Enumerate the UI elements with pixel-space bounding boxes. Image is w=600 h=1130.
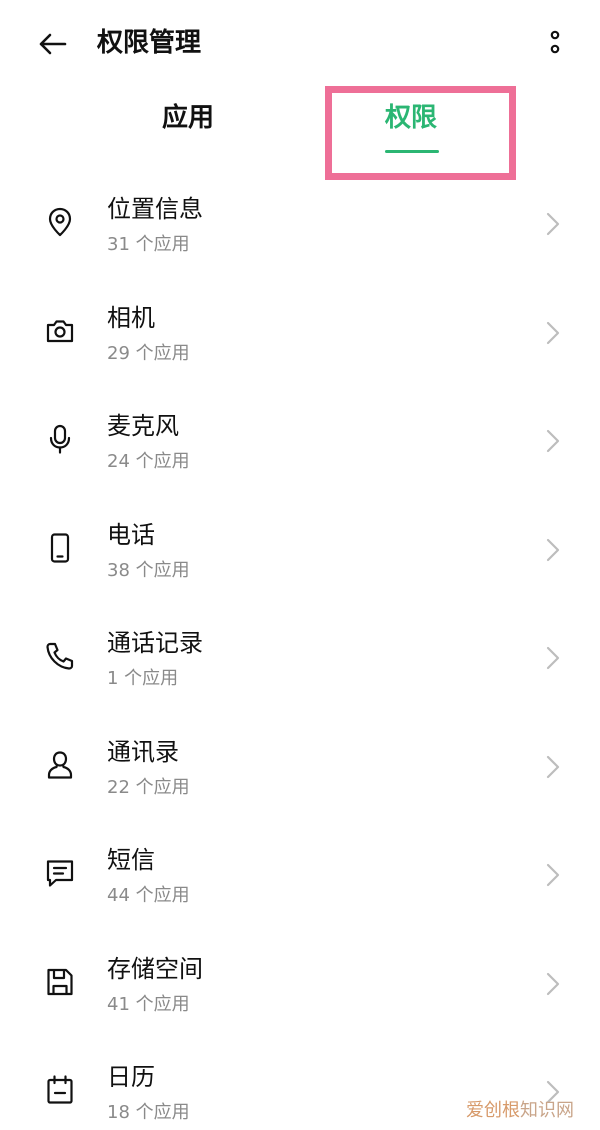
watermark: 爱创根知识网 <box>466 1098 574 1124</box>
chevron-right-icon <box>546 646 560 670</box>
back-button[interactable] <box>34 26 70 62</box>
chevron-right-icon <box>546 863 560 887</box>
list-item-label: 电话 <box>107 520 155 549</box>
storage-icon <box>44 966 76 998</box>
more-options-button[interactable] <box>540 26 570 62</box>
list-item-contacts[interactable]: 通讯录 22 个应用 <box>0 723 600 832</box>
top-app-bar: 权限管理 <box>0 0 600 86</box>
list-item-label: 麦克风 <box>107 412 179 440</box>
list-item-count: 31 个应用 <box>107 234 190 255</box>
list-item-label: 位置信息 <box>107 195 203 223</box>
watermark-part1: 爱创根 <box>466 1100 520 1121</box>
list-item-label: 存储空间 <box>107 954 203 983</box>
list-item-label: 短信 <box>107 846 155 874</box>
list-item-call-log[interactable]: 通话记录 1 个应用 <box>0 614 600 723</box>
list-item-count: 44 个应用 <box>107 885 190 906</box>
arrow-left-icon <box>39 33 67 55</box>
list-item-label: 相机 <box>107 303 155 332</box>
call-log-icon <box>44 640 76 672</box>
chevron-right-icon <box>546 212 560 236</box>
chevron-right-icon <box>546 972 560 995</box>
list-item-label: 通讯录 <box>107 737 179 766</box>
tab-apps[interactable]: 应用 <box>162 100 214 136</box>
list-item-count: 18 个应用 <box>107 1102 190 1123</box>
list-item-camera[interactable]: 相机 29 个应用 <box>0 289 600 398</box>
page-title: 权限管理 <box>97 28 202 58</box>
list-item-count: 38 个应用 <box>107 559 190 581</box>
calendar-icon <box>44 1074 76 1106</box>
tab-bar: 应用 权限 <box>0 86 600 180</box>
location-pin-icon <box>44 206 76 238</box>
list-item-storage[interactable]: 存储空间 41 个应用 <box>0 940 600 1049</box>
list-item-label: 通话记录 <box>107 629 203 657</box>
list-item-count: 1 个应用 <box>107 668 179 689</box>
chevron-right-icon <box>546 538 560 561</box>
list-item-phone[interactable]: 电话 38 个应用 <box>0 506 600 615</box>
list-item-count: 22 个应用 <box>107 776 190 798</box>
phone-device-icon <box>44 532 76 564</box>
list-item-location[interactable]: 位置信息 31 个应用 <box>0 180 600 289</box>
camera-icon <box>44 315 76 347</box>
contacts-icon <box>44 749 76 781</box>
microphone-icon <box>44 423 76 455</box>
message-icon <box>44 857 76 889</box>
list-item-count: 29 个应用 <box>107 342 190 364</box>
more-vertical-icon <box>550 30 560 54</box>
permission-list: 位置信息 31 个应用 相机 29 个应用 麦克风 24 个应用 电话 38 个… <box>0 180 600 1130</box>
chevron-right-icon <box>546 429 560 453</box>
list-item-count: 41 个应用 <box>107 993 190 1015</box>
chevron-right-icon <box>546 321 560 344</box>
list-item-microphone[interactable]: 麦克风 24 个应用 <box>0 397 600 506</box>
chevron-right-icon <box>546 755 560 778</box>
watermark-part2: 知识网 <box>520 1100 574 1121</box>
highlight-annotation-box <box>325 86 516 180</box>
list-item-count: 24 个应用 <box>107 451 190 472</box>
list-item-sms[interactable]: 短信 44 个应用 <box>0 831 600 940</box>
list-item-label: 日历 <box>107 1063 155 1091</box>
